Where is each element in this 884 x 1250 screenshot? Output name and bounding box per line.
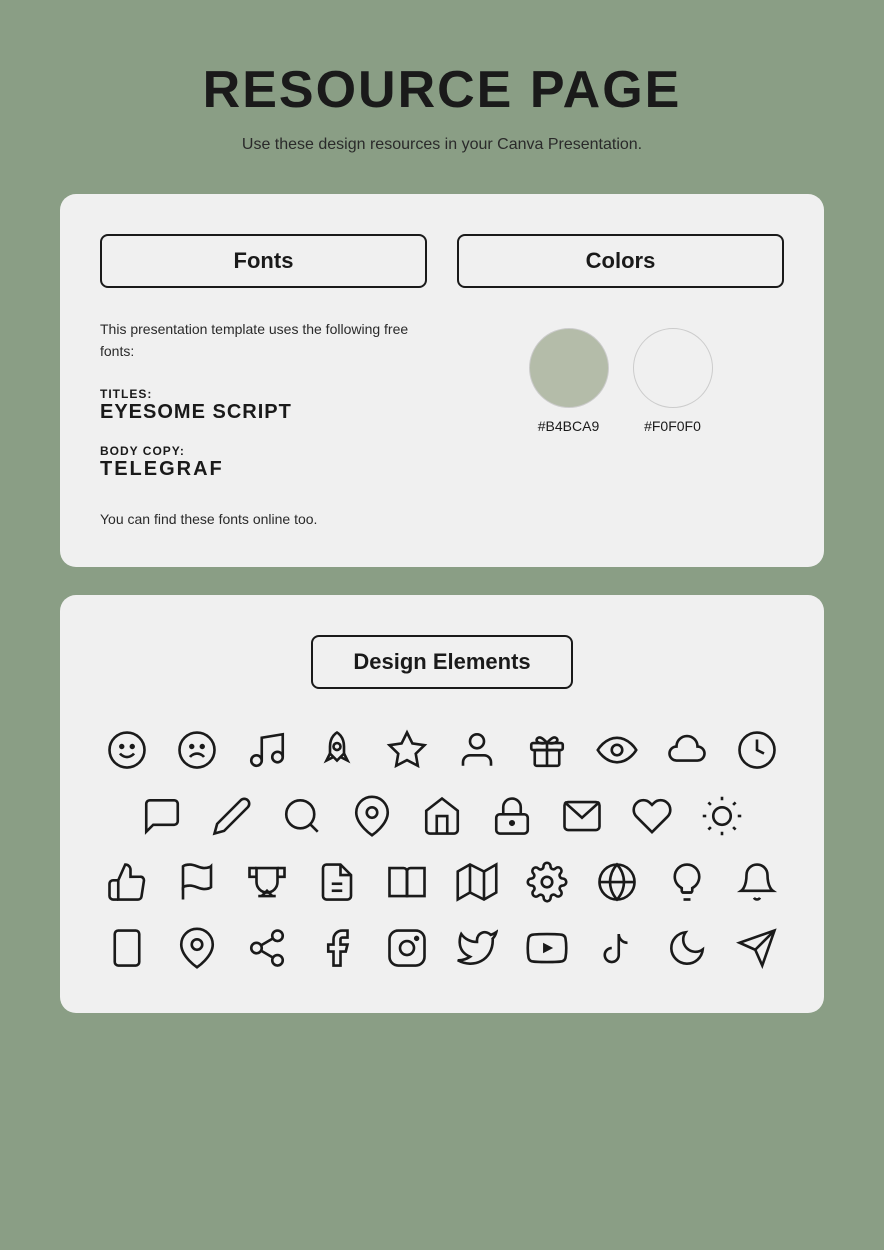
colors-section: Colors #B4BCA9 #F0F0F0 — [457, 234, 784, 527]
rocket-icon — [312, 725, 362, 775]
color-circle-1 — [529, 328, 609, 408]
gift-icon — [522, 725, 572, 775]
trophy-icon — [242, 857, 292, 907]
moon-icon — [662, 923, 712, 973]
body-font-label: BODY COPY: — [100, 444, 427, 458]
book-icon — [382, 857, 432, 907]
music-notes-icon — [242, 725, 292, 775]
document-icon — [312, 857, 362, 907]
sun-icon — [697, 791, 747, 841]
title-font-block: TITLES: EYESOME SCRIPT — [100, 387, 427, 444]
icons-row-4 — [102, 923, 782, 973]
fonts-description: This presentation template uses the foll… — [100, 318, 427, 363]
instagram-icon — [382, 923, 432, 973]
color-swatch-2: #F0F0F0 — [633, 328, 713, 434]
title-font-label: TITLES: — [100, 387, 427, 401]
color-circle-2 — [633, 328, 713, 408]
lightbulb-icon — [662, 857, 712, 907]
clock-icon — [732, 725, 782, 775]
cloud-icon — [662, 725, 712, 775]
star-icon — [382, 725, 432, 775]
thumbs-up-icon — [102, 857, 152, 907]
flag-icon — [172, 857, 222, 907]
house-icon — [417, 791, 467, 841]
fonts-header: Fonts — [100, 234, 427, 288]
heart-icon — [627, 791, 677, 841]
share-icon — [242, 923, 292, 973]
facebook-icon — [312, 923, 362, 973]
envelope-icon — [557, 791, 607, 841]
design-elements-header: Design Elements — [311, 635, 572, 689]
tiktok-icon — [592, 923, 642, 973]
pin-icon — [347, 791, 397, 841]
icons-row-1 — [102, 725, 782, 775]
search-icon — [277, 791, 327, 841]
smiley-icon — [102, 725, 152, 775]
body-font-name: TELEGRAF — [100, 458, 427, 481]
bell-icon — [732, 857, 782, 907]
map-icon — [452, 857, 502, 907]
youtube-icon — [522, 923, 572, 973]
fonts-footer: You can find these fonts online too. — [100, 511, 427, 527]
icons-row-2 — [137, 791, 747, 841]
fonts-section: Fonts This presentation template uses th… — [100, 234, 427, 527]
location-icon — [172, 923, 222, 973]
globe-icon — [592, 857, 642, 907]
person-icon — [452, 725, 502, 775]
twitter-icon — [452, 923, 502, 973]
icons-row-3 — [102, 857, 782, 907]
eye-icon — [592, 725, 642, 775]
page-title: RESOURCE PAGE — [203, 60, 682, 120]
megaphone-icon — [732, 923, 782, 973]
page-subtitle: Use these design resources in your Canva… — [242, 136, 642, 154]
color-hex-2: #F0F0F0 — [644, 418, 701, 434]
chat-bubble-icon — [137, 791, 187, 841]
gear-icon — [522, 857, 572, 907]
color-swatches: #B4BCA9 #F0F0F0 — [457, 328, 784, 434]
pencil-icon — [207, 791, 257, 841]
color-swatch-1: #B4BCA9 — [529, 328, 609, 434]
body-font-block: BODY COPY: TELEGRAF — [100, 444, 427, 481]
title-font-name: EYESOME SCRIPT — [100, 401, 427, 424]
design-elements-card: Design Elements — [60, 595, 824, 1013]
color-hex-1: #B4BCA9 — [538, 418, 599, 434]
icons-grid — [100, 725, 784, 973]
fonts-colors-card: Fonts This presentation template uses th… — [60, 194, 824, 567]
sad-face-icon — [172, 725, 222, 775]
colors-header: Colors — [457, 234, 784, 288]
lock-icon — [487, 791, 537, 841]
mobile-icon — [102, 923, 152, 973]
